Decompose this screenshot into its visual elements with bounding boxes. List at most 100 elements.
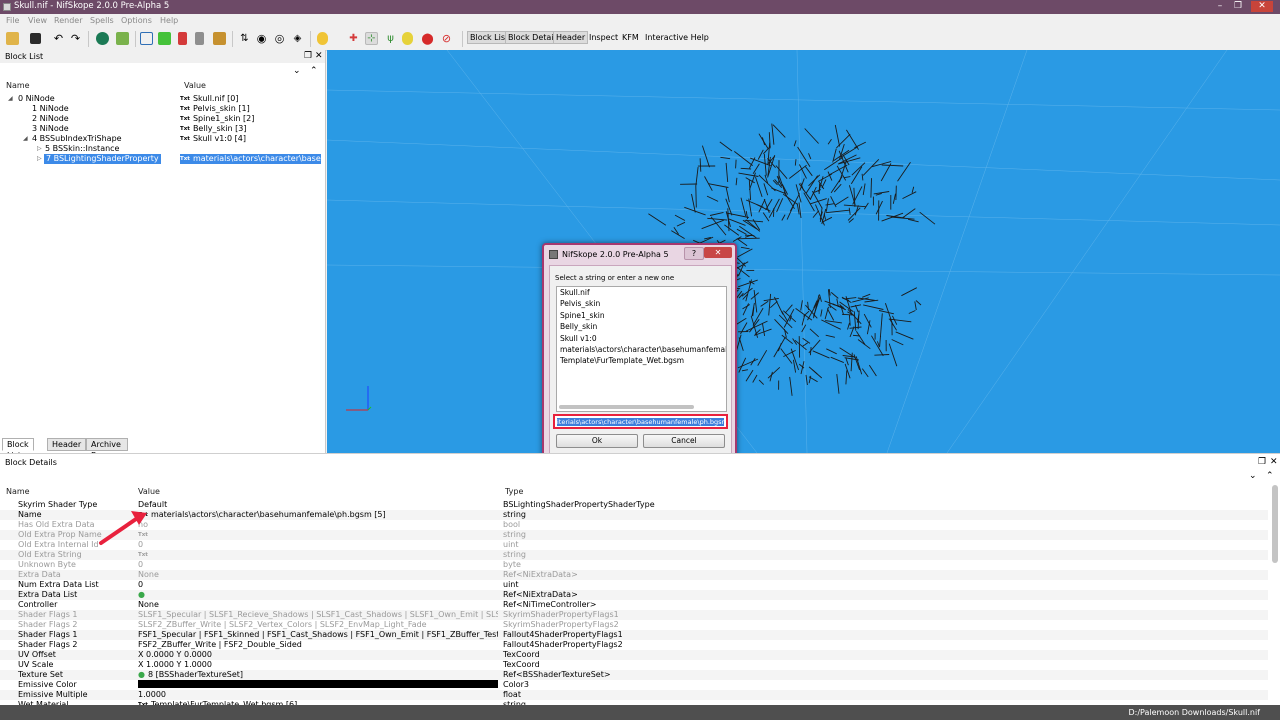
detail-row[interactable]: Old Extra Internal Id 0 uint bbox=[0, 540, 1268, 550]
string-input-field[interactable]: iterials\actors\character\basehumanfemal… bbox=[557, 418, 724, 426]
tree-row[interactable]: ◢ 0 NiNode Txt Skull.nif [0] bbox=[0, 94, 325, 104]
axes-icon[interactable]: ✚ bbox=[347, 32, 360, 45]
detail-row[interactable]: Has Old Extra Data no bool bbox=[0, 520, 1268, 530]
collapse-arrow-icon[interactable]: ▷ bbox=[37, 144, 42, 154]
view-front-icon[interactable] bbox=[140, 32, 153, 45]
detail-value[interactable]: Txtmaterials\actors\character\basehumanf… bbox=[138, 510, 498, 520]
transform-icon[interactable]: ⊹ bbox=[365, 32, 378, 45]
tab-block-list[interactable]: Block List bbox=[2, 438, 34, 460]
no-texture-icon[interactable]: ⊘ bbox=[440, 32, 453, 45]
lightning-icon[interactable] bbox=[402, 32, 413, 45]
expand-arrow-icon[interactable]: ◢ bbox=[8, 94, 13, 104]
detail-row[interactable]: Extra Data List ● Ref<NiExtraData> bbox=[0, 590, 1268, 600]
light-bulb-icon[interactable] bbox=[317, 32, 328, 45]
details-vertical-scrollbar[interactable] bbox=[1272, 485, 1278, 705]
detail-row[interactable]: Controller None Ref<NiTimeController> bbox=[0, 600, 1268, 610]
tree-row[interactable]: ◢ 4 BSSubIndexTriShape Txt Skull v1:0 [4] bbox=[0, 134, 325, 144]
tab-archive-browser[interactable]: Archive Browser bbox=[86, 438, 129, 460]
expand-all-icon[interactable]: ⌃ bbox=[1266, 471, 1274, 481]
eye-alt-icon[interactable]: ◎ bbox=[273, 32, 286, 45]
detail-value[interactable]: 1.0000 bbox=[138, 690, 498, 700]
ref-link-icon[interactable]: ● bbox=[138, 670, 145, 679]
detail-row[interactable]: Texture Set ● 8 [BSShaderTextureSet] Ref<BS… bbox=[0, 670, 1268, 680]
menu-options[interactable]: Options bbox=[121, 16, 152, 25]
detail-value[interactable]: FSF2_ZBuffer_Write | FSF2_Double_Sided bbox=[138, 640, 498, 650]
save-icon[interactable] bbox=[30, 33, 41, 44]
detail-value[interactable]: Txt bbox=[138, 530, 498, 540]
open-icon[interactable] bbox=[6, 32, 19, 45]
expand-all-icon[interactable]: ⌃ bbox=[310, 66, 318, 76]
eye-icon[interactable]: ◉ bbox=[255, 32, 268, 45]
menu-view[interactable]: View bbox=[28, 16, 47, 25]
detail-value[interactable]: ● bbox=[138, 590, 498, 600]
list-item[interactable]: Template\FurTemplate_Wet.bgsm bbox=[557, 355, 726, 366]
detail-value[interactable]: ● 8 [BSShaderTextureSet] bbox=[138, 670, 498, 680]
detail-row[interactable]: UV Scale X 1.0000 Y 1.0000 TexCoord bbox=[0, 660, 1268, 670]
interactive-help-toggle[interactable]: Interactive Help bbox=[645, 33, 709, 42]
details-col-name[interactable]: Name bbox=[6, 487, 30, 496]
marker-icon[interactable]: ⬤ bbox=[421, 32, 434, 45]
detail-row[interactable]: Shader Flags 2 FSF2_ZBuffer_Write | FSF2_… bbox=[0, 640, 1268, 650]
minimize-button[interactable]: – bbox=[1212, 1, 1228, 12]
float-panel-icon[interactable]: ❐ bbox=[304, 51, 312, 61]
tree-row[interactable]: 3 NiNode Txt Belly_skin [3] bbox=[0, 124, 325, 134]
collapse-all-icon[interactable]: ⌄ bbox=[1249, 471, 1257, 481]
inspect-toggle[interactable]: Inspect bbox=[589, 33, 618, 42]
detail-row[interactable]: Old Extra Prop Name Txt string bbox=[0, 530, 1268, 540]
detail-value[interactable]: Default bbox=[138, 500, 498, 510]
kfm-toggle[interactable]: KFM bbox=[622, 33, 639, 42]
detail-row[interactable]: Unknown Byte 0 byte bbox=[0, 560, 1268, 570]
col-value-header[interactable]: Value bbox=[184, 81, 206, 90]
ok-button[interactable]: Ok bbox=[556, 434, 638, 448]
view-side-icon[interactable] bbox=[178, 32, 187, 45]
detail-value[interactable]: 0 bbox=[138, 560, 498, 570]
detail-row[interactable]: Name Txtmaterials\actors\character\basehu… bbox=[0, 510, 1268, 520]
list-item[interactable]: Skull v1:0 bbox=[557, 333, 726, 344]
detail-value[interactable]: Txt bbox=[138, 550, 498, 560]
detail-row[interactable]: Shader Flags 1 FSF1_Specular | FSF1_Skinn… bbox=[0, 630, 1268, 640]
tree-row-selected[interactable]: ▷ 7 BSLightingShaderProperty Txt material… bbox=[0, 154, 325, 164]
nodes-icon[interactable] bbox=[116, 32, 129, 45]
close-panel-icon[interactable]: ✕ bbox=[315, 51, 323, 61]
detail-value[interactable]: None bbox=[138, 570, 498, 580]
redo-icon[interactable]: ↷ bbox=[69, 32, 82, 45]
undo-icon[interactable]: ↶ bbox=[52, 32, 65, 45]
collapse-all-icon[interactable]: ⌄ bbox=[293, 66, 301, 76]
walk-icon[interactable]: ⇅ bbox=[238, 32, 251, 45]
menu-help[interactable]: Help bbox=[160, 16, 178, 25]
list-item[interactable]: materials\actors\character\basehumanfema… bbox=[557, 344, 726, 355]
detail-value[interactable] bbox=[138, 680, 498, 690]
dialog-help-button[interactable]: ? bbox=[684, 247, 704, 260]
list-item[interactable]: Spine1_skin bbox=[557, 310, 726, 321]
ref-link-icon[interactable]: ● bbox=[138, 590, 145, 599]
collapse-arrow-icon[interactable]: ▷ bbox=[37, 154, 42, 164]
detail-value[interactable]: 0 bbox=[138, 540, 498, 550]
detail-row[interactable]: UV Offset X 0.0000 Y 0.0000 TexCoord bbox=[0, 650, 1268, 660]
dialog-close-button[interactable]: ✕ bbox=[704, 247, 732, 258]
list-item[interactable]: Skull.nif bbox=[557, 287, 726, 298]
detail-value[interactable]: FSF1_Specular | FSF1_Skinned | FSF1_Cast… bbox=[138, 630, 498, 640]
view-top-icon[interactable] bbox=[158, 32, 171, 45]
details-col-type[interactable]: Type bbox=[505, 487, 523, 496]
detail-row[interactable]: Emissive Color Color3 bbox=[0, 680, 1268, 690]
menu-file[interactable]: File bbox=[6, 16, 19, 25]
user-view-icon[interactable] bbox=[195, 32, 204, 45]
detail-value[interactable]: SLSF1_Specular | SLSF1_Recieve_Shadows |… bbox=[138, 610, 498, 620]
detail-value[interactable]: SLSF2_ZBuffer_Write | SLSF2_Vertex_Color… bbox=[138, 620, 498, 630]
tree-row[interactable]: 2 NiNode Txt Spine1_skin [2] bbox=[0, 114, 325, 124]
expand-arrow-icon[interactable]: ◢ bbox=[23, 134, 28, 144]
list-item[interactable]: Pelvis_skin bbox=[557, 298, 726, 309]
detail-row[interactable]: Shader Flags 1 SLSF1_Specular | SLSF1_Rec… bbox=[0, 610, 1268, 620]
menu-spells[interactable]: Spells bbox=[90, 16, 114, 25]
skeleton-icon[interactable]: ψ bbox=[384, 32, 397, 45]
float-panel-icon[interactable]: ❐ bbox=[1258, 457, 1266, 467]
list-item[interactable]: Belly_skin bbox=[557, 321, 726, 332]
tree-row[interactable]: 1 NiNode Txt Pelvis_skin [1] bbox=[0, 104, 325, 114]
tree-row[interactable]: ▷ 5 BSSkin::Instance bbox=[0, 144, 325, 154]
detail-row[interactable]: Extra Data None Ref<NiExtraData> bbox=[0, 570, 1268, 580]
detail-value[interactable]: X 1.0000 Y 1.0000 bbox=[138, 660, 498, 670]
close-button[interactable]: ✕ bbox=[1251, 1, 1273, 12]
tab-header[interactable]: Header bbox=[47, 438, 87, 451]
details-col-value[interactable]: Value bbox=[138, 487, 160, 496]
detail-row[interactable]: Num Extra Data List 0 uint bbox=[0, 580, 1268, 590]
